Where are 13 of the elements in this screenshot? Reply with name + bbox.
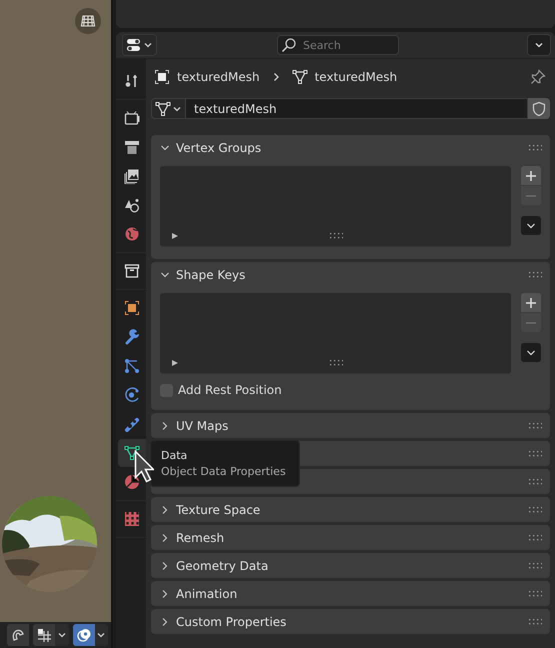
panel-title: Animation <box>176 586 238 600</box>
tooltip-description: Object Data Properties <box>161 465 287 478</box>
panel-title: Custom Properties <box>176 614 286 628</box>
panel-title: Geometry Data <box>176 558 268 572</box>
panel-title: UV Maps <box>176 418 228 432</box>
tooltip-title: Data <box>161 449 188 462</box>
panel-title: Texture Space <box>176 502 260 516</box>
breadcrumb-label: texturedMesh <box>177 70 260 84</box>
panel-title: Vertex Groups <box>176 140 262 154</box>
panel-title: Remesh <box>176 530 224 544</box>
panel-title: Shape Keys <box>176 268 246 282</box>
checkbox-label: Add Rest Position <box>178 383 282 397</box>
breadcrumb-label: texturedMesh <box>314 70 398 84</box>
